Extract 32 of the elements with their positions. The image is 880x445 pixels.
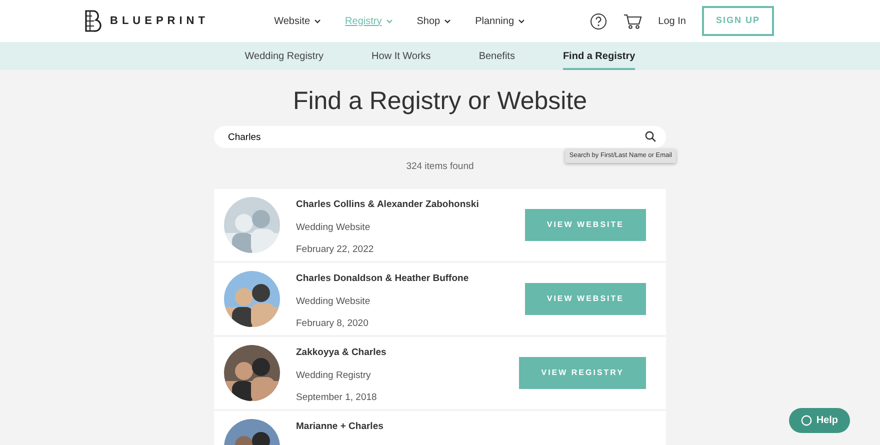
help-icon [801, 415, 812, 426]
brand-name[interactable]: BLUEPRINT [110, 12, 209, 30]
couple-names: Charles Donaldson & Heather Buffone [296, 272, 470, 286]
page-title: Find a Registry or Website [292, 86, 588, 116]
nav-menu-item[interactable]: Shop [416, 14, 452, 28]
search-icon[interactable] [645, 131, 656, 142]
login-link[interactable]: Log In [658, 14, 686, 28]
couple-names: Charles Collins & Alexander Zabohonski [296, 198, 480, 212]
nav-menu-item[interactable]: Website [274, 14, 322, 28]
sub-nav-tab[interactable]: Benefits [478, 45, 515, 70]
result-type: Wedding Website [296, 294, 372, 308]
result-count: 324 items found [405, 160, 475, 174]
help-button[interactable]: Help [789, 408, 850, 433]
caret-icon [314, 18, 322, 24]
help-icon[interactable] [590, 12, 608, 30]
caret-icon [518, 18, 526, 24]
result-type: Wedding Registry [296, 368, 372, 382]
sub-nav-tab[interactable]: Find a Registry [562, 45, 636, 70]
caret-icon [386, 18, 393, 24]
nav-menu-item[interactable]: Planning [475, 14, 526, 28]
couple-names: Marianne + Charles [296, 420, 384, 434]
result-date: February 8, 2020 [296, 316, 370, 331]
search-field[interactable]: Charles [214, 126, 666, 148]
couple-names: Zakkoyya & Charles [296, 346, 388, 360]
result-date: February 22, 2022 [296, 242, 375, 257]
cart-icon[interactable] [623, 12, 642, 30]
logo-icon[interactable] [84, 10, 102, 32]
sub-nav-tab[interactable]: Wedding Registry [244, 45, 324, 70]
result-type: Wedding Website [296, 220, 372, 234]
sub-nav-tab[interactable]: How It Works [372, 45, 431, 70]
result-date: September 1, 2018 [296, 390, 378, 405]
caret-icon [444, 18, 452, 24]
